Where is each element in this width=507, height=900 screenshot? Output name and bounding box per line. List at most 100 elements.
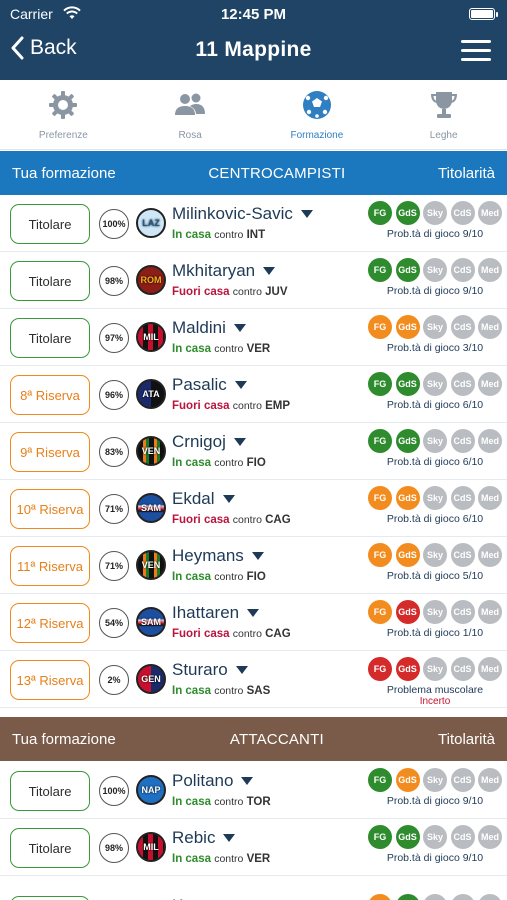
play-probability: Prob.tà di gioco 9/10 [386, 852, 484, 864]
player-name-dropdown[interactable]: Crnigoj [172, 432, 246, 452]
player-name-dropdown[interactable]: Heymans [172, 546, 264, 566]
player-list-attaccanti: Titolare 100% NAP Politano In casa contro TO… [0, 762, 507, 900]
venue-label: In casa [172, 685, 211, 697]
source-badge-gds: GdS [395, 486, 420, 510]
starter-button[interactable]: Titolare [10, 204, 90, 244]
play-probability: Prob.tà di gioco 6/10 [386, 513, 484, 525]
source-badge-med: Med [478, 429, 502, 453]
source-indicators: FGGdSSkyCdSMed [368, 657, 502, 681]
source-badge-med: Med [478, 201, 502, 225]
source-badge-cds: CdS [450, 768, 475, 792]
source-badge-cds: CdS [450, 600, 475, 624]
player-name-dropdown[interactable]: Pasalic [172, 375, 247, 395]
play-probability: Prob.tà di gioco 9/10 [386, 228, 484, 240]
tab-preferenze[interactable]: Preferenze [0, 80, 127, 149]
contro-label: contro [232, 400, 262, 412]
reserve-button[interactable]: 8ª Riserva [10, 375, 90, 415]
ownership-percent: 100% [99, 209, 129, 239]
source-badge-fg: FG [368, 657, 392, 681]
player-name-dropdown[interactable]: Maldini [172, 318, 246, 338]
source-badge-med: Med [478, 768, 502, 792]
starter-button[interactable]: Titolare [10, 828, 90, 868]
player-name: Milinkovic-Savic [172, 204, 293, 223]
source-badge-fg: FG [368, 486, 392, 510]
player-name-dropdown[interactable]: Sturaro [172, 660, 248, 680]
reserve-button[interactable]: 11ª Riserva [10, 546, 90, 586]
tab-label: Rosa [178, 130, 202, 141]
player-name-dropdown[interactable]: Rebic [172, 828, 236, 848]
player-row: 11ª Riserva 71% VEN Heymans In casa contro F… [0, 537, 507, 594]
source-badge-fg: FG [368, 768, 392, 792]
starter-button[interactable] [10, 896, 90, 900]
contro-label: contro [214, 229, 244, 241]
ownership-percent: 2% [99, 665, 129, 695]
reserve-button[interactable]: 9ª Riserva [10, 432, 90, 472]
tab-leghe[interactable]: Leghe [380, 80, 507, 149]
section-right-label: Titolarità [438, 164, 495, 182]
contro-label: contro [232, 286, 262, 298]
match-venue: In casa contro INT [172, 229, 265, 241]
tab-label: Leghe [429, 130, 458, 141]
player-row: Titolare 100% NAP Politano In casa contro TO… [0, 762, 507, 819]
source-badge-fg: FG [368, 894, 392, 900]
player-name-dropdown[interactable]: Kean [172, 896, 232, 900]
ownership-percent: 98% [99, 833, 129, 863]
team-badge-ven: VEN [136, 436, 166, 466]
starter-button[interactable]: Titolare [10, 261, 90, 301]
source-indicators: FGGdSSkyCdSMed [368, 486, 502, 510]
status-time: 12:45 PM [220, 6, 287, 23]
opponent-label: FIO [246, 457, 266, 469]
starter-button[interactable]: Titolare [10, 771, 90, 811]
player-name-dropdown[interactable]: Ihattaren [172, 603, 260, 623]
source-badge-med: Med [478, 600, 502, 624]
source-badge-gds: GdS [395, 201, 420, 225]
starter-button[interactable]: Titolare [10, 318, 90, 358]
source-indicators: FGGdSSkyCdSMed [368, 825, 502, 849]
menu-icon [461, 40, 491, 43]
opponent-label: INT [246, 229, 266, 241]
source-badge-med: Med [478, 372, 502, 396]
tab-label: Formazione [290, 130, 344, 141]
section-title: ATTACCANTI [229, 730, 324, 748]
opponent-label: CAG [265, 514, 291, 526]
reserve-button[interactable]: 10ª Riserva [10, 489, 90, 529]
match-venue: Fuori casa contro JUV [172, 286, 288, 298]
player-name-dropdown[interactable]: Politano [172, 771, 254, 791]
trophy-icon [430, 92, 457, 118]
source-badge-sky: Sky [423, 258, 447, 282]
source-badge-gds: GdS [395, 657, 420, 681]
venue-label: In casa [172, 571, 211, 583]
tab-formazione[interactable]: Formazione [254, 80, 381, 149]
chevron-down-icon [300, 210, 313, 218]
chevron-down-icon [241, 777, 254, 785]
contro-label: contro [214, 796, 244, 808]
opponent-label: FIO [246, 571, 266, 583]
opponent-label: TOR [246, 796, 271, 808]
player-row: Titolare 97% MIL Maldini In casa contro VER F… [0, 309, 507, 366]
section-header-centrocampisti: Tua formazione CENTROCAMPISTI Titolarità [0, 151, 507, 195]
player-name: Ihattaren [172, 603, 240, 622]
source-badge-sky: Sky [423, 768, 447, 792]
source-badge-cds: CdS [450, 825, 475, 849]
source-badge-cds: CdS [450, 372, 475, 396]
source-indicators: FGGdSSkyCdSMed [368, 315, 502, 339]
player-name-dropdown[interactable]: Milinkovic-Savic [172, 204, 313, 224]
reserve-button[interactable]: 13ª Riserva [10, 660, 90, 700]
player-row: 8ª Riserva 96% ATA Pasalic Fuori casa contro… [0, 366, 507, 423]
reserve-button[interactable]: 12ª Riserva [10, 603, 90, 643]
player-name-dropdown[interactable]: Ekdal [172, 489, 235, 509]
source-badge-gds: GdS [395, 894, 420, 900]
source-badge-sky: Sky [423, 543, 447, 567]
player-name-dropdown[interactable]: Mkhitaryan [172, 261, 276, 281]
contro-label: contro [214, 853, 244, 865]
source-badge-fg: FG [368, 429, 392, 453]
menu-button[interactable] [461, 40, 491, 62]
player-name: Pasalic [172, 375, 227, 394]
tab-rosa[interactable]: Rosa [127, 80, 254, 149]
opponent-label: VER [246, 343, 271, 355]
source-badge-med: Med [478, 258, 502, 282]
source-badge-fg: FG [368, 315, 392, 339]
source-badge-cds: CdS [450, 201, 475, 225]
play-probability: Prob.tà di gioco 9/10 [386, 285, 484, 297]
source-indicators: FGGdSSkyCdSMed [368, 429, 502, 453]
